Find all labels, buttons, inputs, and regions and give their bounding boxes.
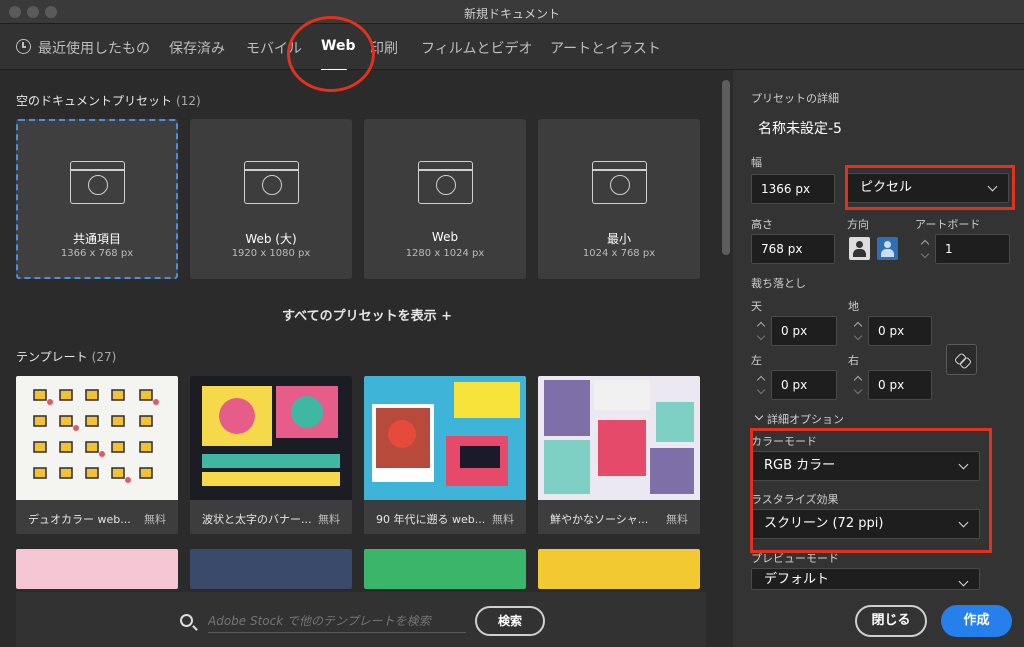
web-document-icon [592, 161, 647, 204]
web-document-icon [418, 161, 473, 204]
web-document-icon [244, 161, 299, 204]
title-bar: 新規ドキュメント [0, 0, 1024, 24]
template-card[interactable]: 鮮やかなソーシャ... 無料 [538, 376, 700, 534]
preset-details-panel: プリセットの詳細 名称未設定-5 幅 1366 px ピクセル 高さ 768 p… [733, 70, 1024, 647]
template-name: 波状と太字のバナー... [202, 513, 312, 526]
template-footer: デュオカラー web... 無料 [16, 500, 178, 534]
template-card[interactable]: 波状と太字のバナー... 無料 [190, 376, 352, 534]
clock-icon [16, 39, 31, 54]
orientation-label: 方向 [847, 218, 869, 231]
annotation-rectangle [750, 428, 992, 553]
annotation-rectangle [845, 165, 1015, 210]
bleed-left-stepper[interactable] [751, 370, 773, 400]
bleed-right-stepper[interactable] [848, 370, 870, 400]
template-price: 無料 [318, 513, 340, 526]
template-card[interactable]: 90 年代に遡る web... 無料 [364, 376, 526, 534]
web-document-icon [70, 161, 125, 204]
template-name: 鮮やかなソーシャ... [550, 513, 649, 526]
template-card[interactable] [364, 549, 526, 589]
preset-card-common[interactable]: 共通項目 1366 x 768 px [16, 119, 178, 279]
bleed-right-label: 右 [848, 354, 859, 367]
preset-card-minimum[interactable]: 最小 1024 x 768 px [538, 119, 700, 279]
preset-card-web[interactable]: Web 1280 x 1024 px [364, 119, 526, 279]
preset-size: 1280 x 1024 px [405, 248, 485, 259]
template-card[interactable] [16, 549, 178, 589]
template-price: 無料 [144, 513, 166, 526]
bleed-top-stepper[interactable] [751, 316, 773, 346]
preset-name: Web [431, 230, 459, 244]
preset-size: 1024 x 768 px [582, 248, 656, 259]
category-tabs: 最近使用したもの 保存済み モバイル Web 印刷 フィルムとビデオ アートとイ… [0, 24, 1024, 71]
template-name: デュオカラー web... [28, 513, 131, 526]
portrait-orientation-button[interactable] [849, 237, 870, 260]
details-heading: プリセットの詳細 [751, 92, 839, 105]
create-button[interactable]: 作成 [941, 605, 1012, 637]
template-thumbnail [190, 376, 352, 500]
template-footer: 90 年代に遡る web... 無料 [364, 500, 526, 534]
height-input[interactable]: 768 px [751, 234, 835, 264]
advanced-options-toggle[interactable]: 詳細オプション [767, 411, 844, 427]
presets-panel: 空のドキュメントプリセット (12) 共通項目 1366 x 768 px Web… [0, 70, 720, 647]
template-search-input[interactable] [208, 609, 466, 633]
width-input[interactable]: 1366 px [751, 174, 835, 204]
artboard-input[interactable]: 1 [935, 234, 1010, 264]
artboard-label: アートボード [915, 218, 981, 231]
template-price: 無料 [666, 513, 688, 526]
preview-mode-value: デフォルト [764, 572, 830, 587]
template-thumbnail [538, 376, 700, 500]
templates-count: (27) [91, 350, 117, 364]
template-thumbnail [16, 376, 178, 500]
preview-mode-dropdown[interactable]: デフォルト [751, 568, 980, 590]
tab-art-illustration[interactable]: アートとイラスト [550, 38, 661, 58]
bleed-left-label: 左 [751, 354, 762, 367]
tab-recent[interactable]: 最近使用したもの [38, 38, 150, 58]
preset-name: 最小 [606, 232, 631, 246]
presets-scrollbar[interactable] [722, 80, 731, 590]
height-label: 高さ [751, 218, 773, 231]
bleed-left-input[interactable]: 0 px [771, 370, 837, 400]
document-name-field[interactable]: 名称未設定-5 [758, 118, 842, 138]
search-button[interactable]: 検索 [475, 606, 545, 636]
template-price: 無料 [492, 513, 514, 526]
tab-saved[interactable]: 保存済み [169, 38, 225, 58]
chevron-down-icon [958, 576, 969, 587]
show-all-presets-link[interactable]: すべてのプリセットを表示 + [282, 305, 452, 324]
presets-heading-label: 空のドキュメントプリセット [16, 94, 173, 108]
chevron-down-icon[interactable] [754, 411, 764, 421]
bleed-bottom-label: 地 [848, 300, 859, 313]
tab-film-video[interactable]: フィルムとビデオ [421, 38, 532, 58]
link-bleed-icon[interactable] [946, 344, 977, 375]
bleed-top-label: 天 [751, 300, 762, 313]
template-card[interactable] [538, 549, 700, 589]
bleed-top-input[interactable]: 0 px [771, 316, 837, 346]
templates-heading-label: テンプレート [16, 350, 88, 364]
presets-heading: 空のドキュメントプリセット (12) [16, 92, 201, 109]
template-footer: 波状と太字のバナー... 無料 [190, 500, 352, 534]
window-title: 新規ドキュメント [463, 7, 560, 21]
template-footer: 鮮やかなソーシャ... 無料 [538, 500, 700, 534]
search-icon [180, 614, 193, 627]
bleed-label: 裁ち落とし [751, 277, 806, 290]
bleed-right-input[interactable]: 0 px [868, 370, 932, 400]
template-search-bar: 検索 [16, 592, 706, 647]
template-thumbnail [364, 376, 526, 500]
preset-size: 1920 x 1080 px [231, 248, 311, 259]
template-card[interactable] [190, 549, 352, 589]
annotation-circle [287, 16, 375, 92]
preset-card-web-large[interactable]: Web (大) 1920 x 1080 px [190, 119, 352, 279]
bleed-bottom-stepper[interactable] [848, 316, 870, 346]
landscape-orientation-button[interactable] [877, 237, 898, 260]
preset-name: 共通項目 [72, 232, 121, 246]
width-label: 幅 [751, 156, 762, 169]
bleed-bottom-input[interactable]: 0 px [868, 316, 932, 346]
artboard-stepper[interactable] [915, 234, 937, 264]
templates-heading: テンプレート (27) [16, 348, 116, 365]
preset-name: Web (大) [245, 232, 297, 246]
template-card[interactable]: デュオカラー web... 無料 [16, 376, 178, 534]
close-button[interactable]: 閉じる [855, 605, 927, 637]
preset-size: 1366 x 768 px [60, 248, 134, 259]
scrollbar-thumb[interactable] [722, 80, 730, 255]
presets-count: (12) [176, 94, 201, 108]
template-name: 90 年代に遡る web... [376, 513, 486, 526]
